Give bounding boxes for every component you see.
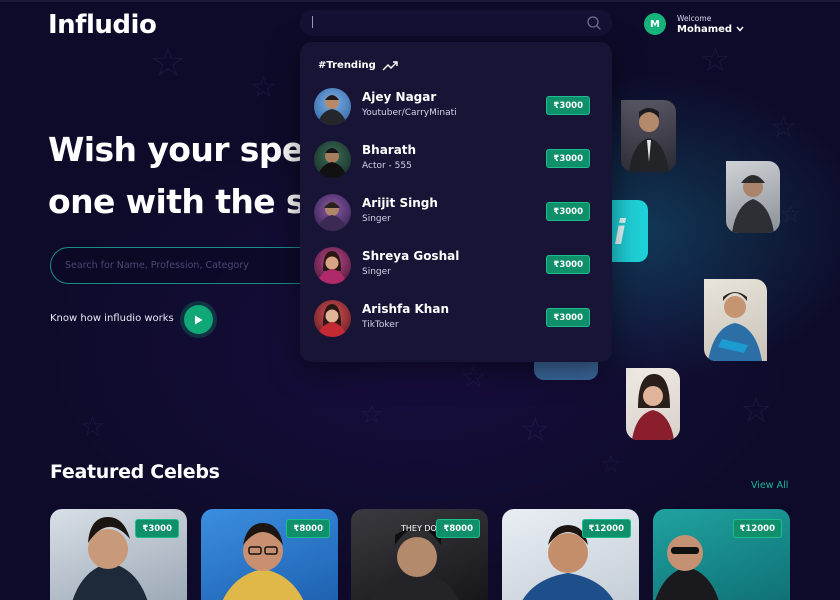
celeb-role: Actor - 555 [362, 161, 412, 171]
brand-logo[interactable]: Infludio [48, 10, 157, 40]
chevron-down-icon[interactable] [736, 26, 744, 32]
avatar [314, 194, 351, 231]
play-icon [195, 315, 203, 324]
celeb-name: Arijit Singh [362, 196, 438, 210]
celeb-role: Singer [362, 267, 391, 277]
celeb-card[interactable]: ₹12000 [653, 509, 790, 600]
star-decoration: ☆ [770, 110, 797, 145]
user-menu[interactable]: M Welcome Mohamed [644, 13, 744, 35]
star-decoration: ☆ [600, 450, 622, 478]
celeb-role: Youtuber/CarryMinati [362, 108, 457, 118]
avatar [314, 141, 351, 178]
celeb-name: Arishfa Khan [362, 302, 449, 316]
price-badge: ₹12000 [732, 519, 782, 538]
celeb-card[interactable]: ₹8000 [201, 509, 338, 600]
celeb-photo [726, 161, 780, 233]
celeb-name: Bharath [362, 143, 417, 157]
trending-dropdown: #Trending Ajey Nagar Youtuber/CarryMinat… [300, 42, 612, 362]
featured-title: Featured Celebs [50, 461, 220, 483]
celeb-name: Shreya Goshal [362, 249, 460, 263]
welcome-label: Welcome [677, 13, 712, 23]
avatar [314, 247, 351, 284]
price-badge: ₹3000 [546, 149, 590, 168]
avatar [314, 300, 351, 337]
star-decoration: ☆ [740, 390, 773, 431]
celeb-card[interactable]: ₹3000 [50, 509, 187, 600]
price-badge: ₹3000 [546, 96, 590, 115]
search-icon[interactable] [586, 15, 602, 31]
search-input[interactable] [300, 10, 612, 36]
list-item[interactable]: Arijit Singh Singer ₹3000 [314, 190, 598, 234]
price-badge: ₹3000 [546, 202, 590, 221]
star-decoration: ☆ [360, 400, 384, 430]
price-badge: ₹12000 [581, 519, 631, 538]
price-badge: ₹8000 [436, 519, 480, 538]
celeb-card[interactable]: THEY DON'T ₹8000 [351, 509, 488, 600]
star-decoration: ☆ [780, 200, 802, 228]
price-badge: ₹3000 [135, 519, 179, 538]
list-item[interactable]: Ajey Nagar Youtuber/CarryMinati ₹3000 [314, 84, 598, 128]
star-decoration: ☆ [460, 360, 487, 395]
svg-text:i: i [614, 213, 627, 253]
celeb-role: TikToker [362, 320, 399, 330]
list-item[interactable]: Shreya Goshal Singer ₹3000 [314, 243, 598, 287]
avatar[interactable]: M [644, 13, 666, 35]
brand-accent-block: i [612, 200, 648, 262]
list-item[interactable]: Arishfa Khan TikToker ₹3000 [314, 296, 598, 340]
price-badge: ₹8000 [286, 519, 330, 538]
celeb-photo [626, 368, 680, 440]
star-decoration: ☆ [250, 70, 277, 105]
celeb-photo [704, 279, 767, 361]
top-border [0, 0, 840, 2]
view-all-link[interactable]: View All [751, 480, 788, 491]
star-decoration: ☆ [700, 40, 731, 80]
star-decoration: ☆ [80, 410, 106, 443]
celeb-role: Singer [362, 214, 391, 224]
trending-heading: #Trending [318, 60, 376, 71]
star-decoration: ☆ [150, 40, 186, 86]
user-name: Mohamed [677, 23, 733, 35]
avatar [314, 88, 351, 125]
text-caret [312, 16, 313, 28]
list-item[interactable]: Bharath Actor - 555 ₹3000 [314, 137, 598, 181]
star-decoration: ☆ [520, 410, 551, 450]
how-it-works-link[interactable]: Know how infludio works [50, 313, 174, 324]
celeb-photo [534, 360, 598, 380]
trending-up-icon [382, 60, 398, 70]
celeb-name: Ajey Nagar [362, 90, 437, 104]
play-button[interactable] [184, 305, 213, 334]
price-badge: ₹3000 [546, 308, 590, 327]
celeb-card[interactable]: ₹12000 [502, 509, 639, 600]
price-badge: ₹3000 [546, 255, 590, 274]
celeb-photo [621, 100, 676, 172]
hero-search-placeholder: Search for Name, Profession, Category [65, 260, 249, 271]
